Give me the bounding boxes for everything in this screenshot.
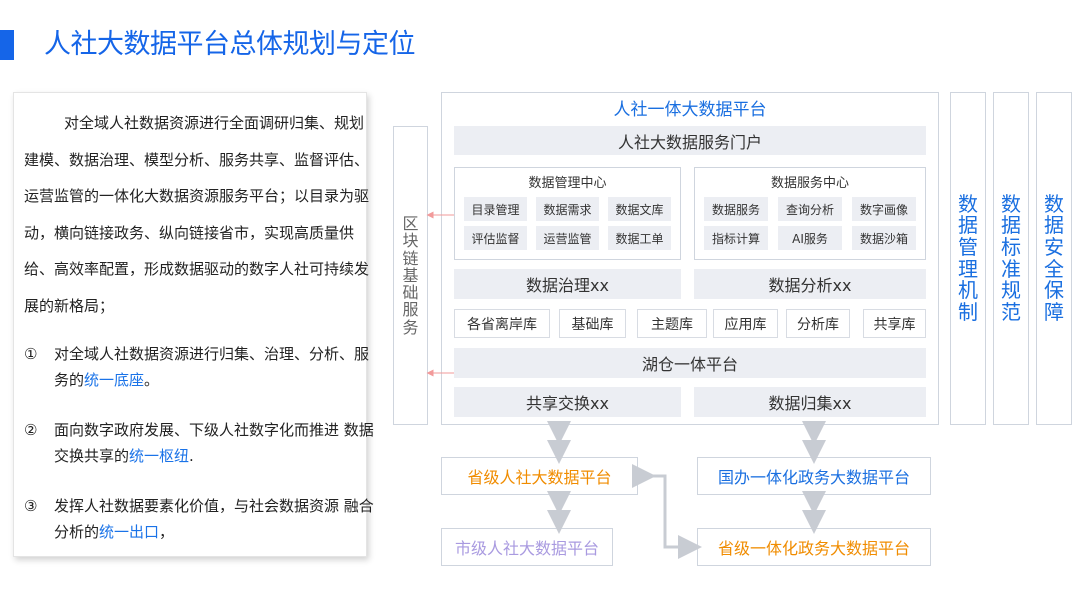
- library-box: 应用库: [713, 309, 778, 338]
- page-title: 人社大数据平台总体规划与定位: [44, 29, 416, 60]
- library-box: 主题库: [637, 309, 707, 338]
- service-center-title: 数据服务中心: [770, 175, 849, 191]
- point-number: ②: [24, 421, 38, 439]
- point-number: ③: [24, 497, 38, 515]
- library-box: 各省离岸库: [454, 309, 550, 338]
- point-highlight: 统一底座: [84, 371, 145, 389]
- provincial-hr-platform: 省级人社大数据平台: [441, 457, 638, 495]
- point-text: 面向数字政府发展、下级人社数字化而推进 数据交换共享的: [54, 421, 374, 465]
- city-hr-platform: 市级人社大数据平台: [441, 528, 613, 566]
- data-collection: 数据归集xx: [694, 387, 926, 417]
- mgmt-item: 评估监督: [464, 226, 527, 250]
- point-tail: .: [189, 447, 194, 465]
- library-box: 共享库: [863, 309, 926, 338]
- provincial-gov-platform: 省级一体化政务大数据平台: [697, 528, 931, 566]
- mgmt-item: 运营监管: [536, 226, 599, 250]
- mgmt-item: 目录管理: [464, 197, 527, 221]
- data-management-mechanism-column: 数据管理机制: [950, 92, 986, 425]
- mgmt-item: 数据工单: [608, 226, 671, 250]
- service-portal: 人社大数据服务门户: [454, 126, 926, 155]
- mgmt-item: 数据文库: [608, 197, 671, 221]
- lakehouse-platform: 湖仓一体平台: [454, 348, 926, 378]
- point-1: ① 对全域人社数据资源进行归集、治理、分析、服务的统一底座。: [24, 341, 374, 393]
- data-analysis: 数据分析xx: [694, 269, 926, 299]
- mgmt-center-title: 数据管理中心: [528, 175, 607, 191]
- point-highlight: 统一出口: [99, 523, 160, 541]
- point-tail: ，: [159, 523, 175, 541]
- service-item: 数据服务: [704, 197, 768, 221]
- point-tail: 。: [144, 371, 160, 389]
- mgmt-item: 数据需求: [536, 197, 599, 221]
- shared-exchange: 共享交换xx: [454, 387, 681, 417]
- point-3: ③ 发挥人社数据要素化价值，与社会数据资源 融合分析的统一出口，: [24, 493, 374, 545]
- data-security-column: 数据安全保障: [1036, 92, 1072, 425]
- library-box: 分析库: [786, 309, 850, 338]
- service-item: 查询分析: [778, 197, 842, 221]
- library-box: 基础库: [559, 309, 626, 338]
- blockchain-service-column: 区块链基础服务: [393, 126, 428, 425]
- service-item: 指标计算: [704, 226, 768, 250]
- provincial-to-gov-arrow: [632, 464, 702, 559]
- title-accent-bar: [0, 30, 14, 60]
- service-item: 数据沙箱: [852, 226, 916, 250]
- intro-paragraph: 对全域人社数据资源进行全面调研归集、规划建模、数据治理、模型分析、服务共享、监督…: [24, 114, 370, 315]
- data-standards-column: 数据标准规范: [993, 92, 1029, 425]
- point-number: ①: [24, 345, 38, 363]
- platform-title: 人社一体大数据平台: [613, 99, 767, 120]
- national-gov-platform: 国办一体化政务大数据平台: [697, 457, 931, 495]
- point-2: ② 面向数字政府发展、下级人社数字化而推进 数据交换共享的统一枢纽.: [24, 417, 374, 469]
- service-item: 数字画像: [852, 197, 916, 221]
- data-governance: 数据治理xx: [454, 269, 681, 299]
- service-item: AI服务: [778, 226, 842, 250]
- point-highlight: 统一枢纽: [129, 447, 190, 465]
